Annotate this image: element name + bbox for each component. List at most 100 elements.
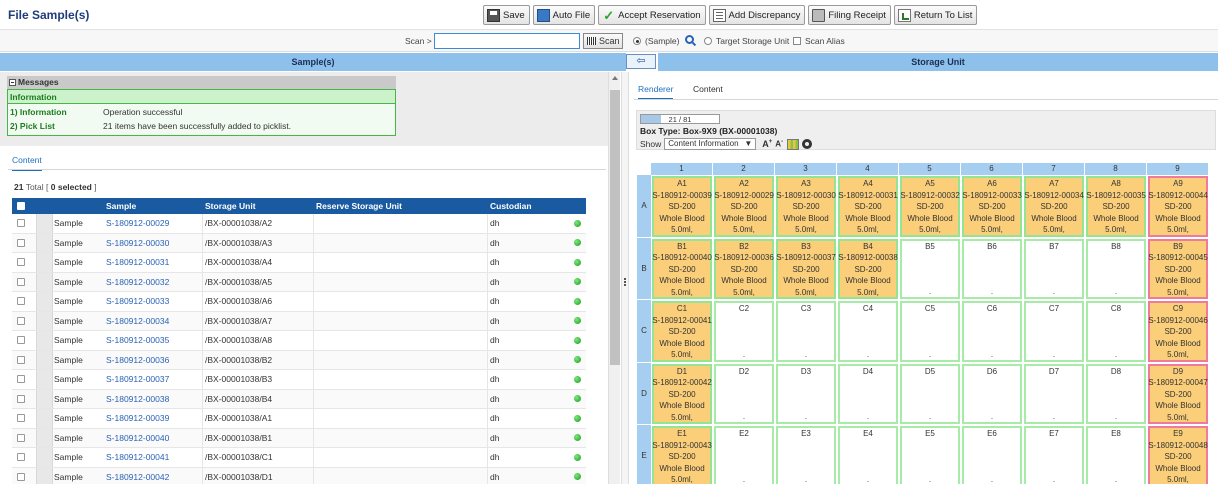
row-checkbox[interactable]	[17, 375, 25, 384]
row-checkbox[interactable]	[17, 336, 25, 345]
box-cell[interactable]: B1 S-180912-00040 SD-200 Whole Blood 5.0ml,	[651, 237, 713, 300]
sample-link[interactable]: S-180912-00039	[103, 409, 203, 428]
radio-target-storage-unit[interactable]: Target Storage Unit	[704, 36, 789, 46]
sample-link[interactable]: S-180912-00032	[103, 272, 203, 291]
box-cell[interactable]: A9 S-180912-00044 SD-200 Whole Blood 5.0ml,	[1147, 175, 1209, 238]
table-row[interactable]: Sample S-180912-00031/BX-00001038/A4 dh	[12, 253, 586, 273]
col-reserve-storage-unit[interactable]: Reserve Storage Unit	[314, 198, 488, 214]
table-row[interactable]: Sample S-180912-00042/BX-00001038/D1 dh	[12, 467, 586, 484]
add-discrepancy-button[interactable]: Add Discrepancy	[708, 5, 806, 25]
box-cell[interactable]: C1 S-180912-00041 SD-200 Whole Blood 5.0ml,	[651, 300, 713, 363]
box-cell[interactable]: E4.	[837, 425, 899, 484]
box-cell[interactable]: C9 S-180912-00046 SD-200 Whole Blood 5.0ml,	[1147, 300, 1209, 363]
color-legend-icon[interactable]	[787, 138, 800, 150]
box-cell[interactable]: B9 S-180912-00045 SD-200 Whole Blood 5.0ml,	[1147, 237, 1209, 300]
box-cell[interactable]: B5.	[899, 237, 961, 300]
sample-link[interactable]: S-180912-00035	[103, 331, 203, 350]
row-checkbox[interactable]	[17, 258, 25, 267]
sample-link[interactable]: S-180912-00031	[103, 253, 203, 272]
row-checkbox[interactable]	[17, 414, 25, 423]
row-checkbox[interactable]	[17, 238, 25, 247]
table-row[interactable]: Sample S-180912-00034/BX-00001038/A7 dh	[12, 311, 586, 331]
sample-link[interactable]: S-180912-00034	[103, 311, 203, 330]
box-cell[interactable]: C7.	[1023, 300, 1085, 363]
table-row[interactable]: Sample S-180912-00038/BX-00001038/B4 dh	[12, 389, 586, 409]
box-cell[interactable]: D5.	[899, 362, 961, 425]
box-cell[interactable]: C4.	[837, 300, 899, 363]
box-cell[interactable]: E9 S-180912-00048 SD-200 Whole Blood 5.0ml,	[1147, 425, 1209, 484]
sample-link[interactable]: S-180912-00030	[103, 233, 203, 252]
sample-link[interactable]: S-180912-00040	[103, 428, 203, 447]
row-checkbox[interactable]	[17, 297, 25, 306]
sample-link[interactable]: S-180912-00038	[103, 389, 203, 408]
box-cell[interactable]: C8.	[1085, 300, 1147, 363]
box-cell[interactable]: A1 S-180912-00039 SD-200 Whole Blood 5.0ml,	[651, 175, 713, 238]
filing-receipt-button[interactable]: Filing Receipt	[808, 5, 891, 25]
tab-content-right[interactable]: Content	[693, 84, 723, 94]
box-cell[interactable]: B6.	[961, 237, 1023, 300]
box-cell[interactable]: A4 S-180912-00031 SD-200 Whole Blood 5.0ml,	[837, 175, 899, 238]
vertical-scrollbar[interactable]	[608, 72, 620, 484]
sample-link[interactable]: S-180912-00041	[103, 448, 203, 467]
box-cell[interactable]: B3 S-180912-00037 SD-200 Whole Blood 5.0ml,	[775, 237, 837, 300]
box-cell[interactable]: C2.	[713, 300, 775, 363]
row-checkbox[interactable]	[17, 472, 25, 481]
messages-header[interactable]: Messages	[7, 76, 396, 89]
table-row[interactable]: Sample S-180912-00040/BX-00001038/B1 dh	[12, 428, 586, 448]
box-cell[interactable]: E2.	[713, 425, 775, 484]
box-cell[interactable]: A3 S-180912-00030 SD-200 Whole Blood 5.0ml,	[775, 175, 837, 238]
sample-link[interactable]: S-180912-00036	[103, 350, 203, 369]
sample-link[interactable]: S-180912-00037	[103, 370, 203, 389]
col-sample[interactable]: Sample	[103, 198, 203, 214]
table-row[interactable]: Sample S-180912-00032/BX-00001038/A5 dh	[12, 272, 586, 292]
box-cell[interactable]: E5.	[899, 425, 961, 484]
row-checkbox[interactable]	[17, 277, 25, 286]
box-cell[interactable]: A8 S-180912-00035 SD-200 Whole Blood 5.0ml,	[1085, 175, 1147, 238]
radio-target-dot[interactable]	[704, 37, 712, 45]
row-checkbox[interactable]	[17, 316, 25, 325]
tab-renderer[interactable]: Renderer	[638, 84, 674, 100]
save-button[interactable]: Save	[483, 5, 530, 25]
pane-splitter[interactable]	[621, 72, 629, 484]
collapse-icon[interactable]	[9, 79, 16, 86]
sample-link[interactable]: S-180912-00042	[103, 467, 203, 484]
box-cell[interactable]: E6.	[961, 425, 1023, 484]
scan-alias-checkbox[interactable]: Scan Alias	[793, 36, 845, 46]
row-checkbox[interactable]	[17, 453, 25, 462]
table-row[interactable]: Sample S-180912-00029/BX-00001038/A2 dh	[12, 214, 586, 234]
box-cell[interactable]: D8.	[1085, 362, 1147, 425]
scroll-thumb[interactable]	[610, 90, 620, 365]
radio-sample-dot[interactable]	[633, 37, 641, 45]
row-checkbox[interactable]	[17, 355, 25, 364]
box-cell[interactable]: B7.	[1023, 237, 1085, 300]
box-cell[interactable]: E7.	[1023, 425, 1085, 484]
sample-link[interactable]: S-180912-00033	[103, 292, 203, 311]
table-row[interactable]: Sample S-180912-00039/BX-00001038/A1 dh	[12, 409, 586, 429]
box-cell[interactable]: A5 S-180912-00032 SD-200 Whole Blood 5.0ml,	[899, 175, 961, 238]
scan-input[interactable]	[434, 33, 580, 49]
box-cell[interactable]: D9 S-180912-00047 SD-200 Whole Blood 5.0ml,	[1147, 362, 1209, 425]
box-cell[interactable]: D3.	[775, 362, 837, 425]
box-cell[interactable]: C6.	[961, 300, 1023, 363]
font-decrease-button[interactable]: A-	[775, 139, 783, 149]
box-cell[interactable]: D4.	[837, 362, 899, 425]
table-row[interactable]: Sample S-180912-00041/BX-00001038/C1 dh	[12, 448, 586, 468]
arrow-left-button[interactable]: ⇦	[626, 54, 656, 69]
box-cell[interactable]: D7.	[1023, 362, 1085, 425]
table-row[interactable]: Sample S-180912-00035/BX-00001038/A8 dh	[12, 331, 586, 351]
gear-icon[interactable]	[802, 139, 813, 149]
row-checkbox[interactable]	[17, 433, 25, 442]
auto-file-button[interactable]: Auto File	[532, 5, 596, 25]
box-cell[interactable]: E8.	[1085, 425, 1147, 484]
box-cell[interactable]: A6 S-180912-00033 SD-200 Whole Blood 5.0ml,	[961, 175, 1023, 238]
box-cell[interactable]: B8.	[1085, 237, 1147, 300]
accept-reservation-button[interactable]: ✓ Accept Reservation	[598, 5, 706, 25]
box-cell[interactable]: D2.	[713, 362, 775, 425]
col-custodian[interactable]: Custodian	[488, 201, 568, 211]
box-cell[interactable]: A7 S-180912-00034 SD-200 Whole Blood 5.0ml,	[1023, 175, 1085, 238]
box-cell[interactable]: B4 S-180912-00038 SD-200 Whole Blood 5.0ml,	[837, 237, 899, 300]
return-to-list-button[interactable]: Return To List	[893, 5, 978, 25]
show-select[interactable]: Content Information ▼	[664, 138, 757, 150]
box-cell[interactable]: C5.	[899, 300, 961, 363]
search-icon[interactable]	[685, 35, 694, 44]
